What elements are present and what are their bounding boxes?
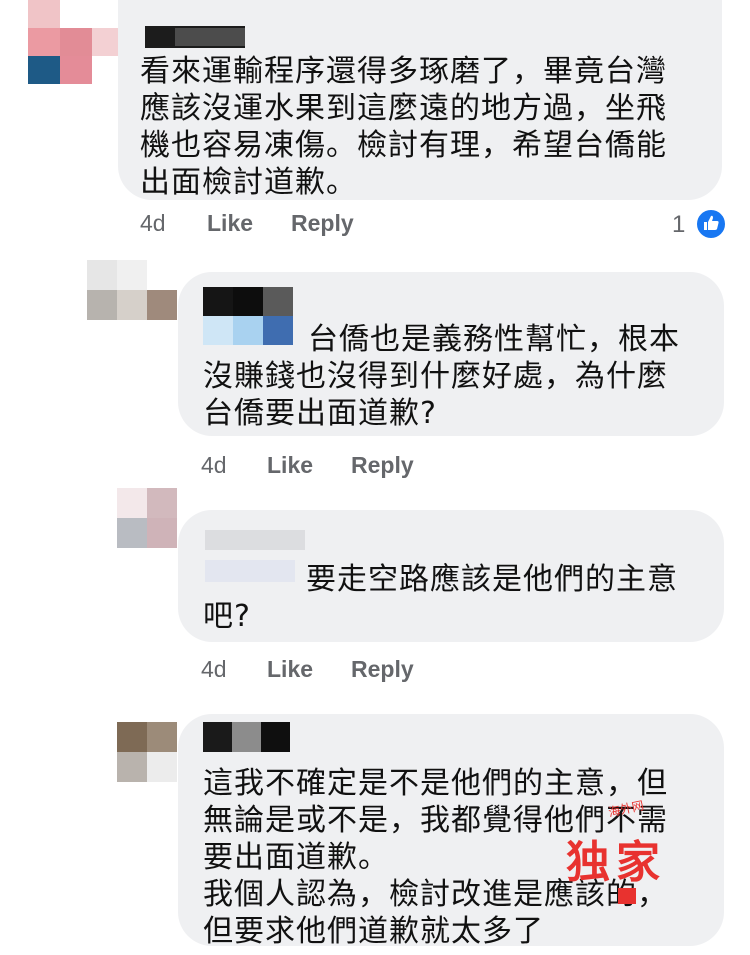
commenter-name[interactable] <box>203 287 295 345</box>
comment-text-line: 應該沒運水果到這麼遠的地方過，坐飛 <box>140 91 667 126</box>
commenter-name[interactable] <box>203 722 290 752</box>
avatar[interactable] <box>117 488 177 548</box>
comment-text-line: 要出面道歉。 <box>203 840 389 875</box>
comment-text-line: 台僑也是義務性幫忙，根本 <box>308 322 680 357</box>
reply-button[interactable]: Reply <box>351 452 414 479</box>
reaction-count[interactable]: 1 <box>672 211 685 239</box>
comment-time[interactable]: 4d <box>201 452 227 479</box>
like-button[interactable]: Like <box>207 210 253 237</box>
reply-button[interactable]: Reply <box>351 656 414 683</box>
comment-time[interactable]: 4d <box>140 210 166 237</box>
watermark-logo: 独家 <box>566 837 666 888</box>
commenter-name-blur <box>175 28 245 46</box>
commenter-name-blur <box>205 560 295 582</box>
comment-text-line: 看來運輸程序還得多琢磨了，畢竟台灣 <box>140 54 667 89</box>
comment-text-line: 這我不確定是不是他們的主意，但 <box>203 766 668 801</box>
comment-text-line: 要走空路應該是他們的主意 <box>306 562 678 597</box>
avatar[interactable] <box>117 722 177 782</box>
comment-text-line: 但要求他們道歉就太多了 <box>203 914 544 949</box>
commenter-name[interactable] <box>205 530 305 550</box>
like-button[interactable]: Like <box>267 656 313 683</box>
watermark-mark-icon <box>618 888 636 904</box>
like-thumb-icon <box>695 208 727 240</box>
avatar[interactable] <box>28 0 124 84</box>
comment-text-line: 出面檢討道歉。 <box>140 165 357 200</box>
reply-button[interactable]: Reply <box>291 210 354 237</box>
avatar[interactable] <box>87 260 177 320</box>
like-button[interactable]: Like <box>267 452 313 479</box>
comment-time[interactable]: 4d <box>201 656 227 683</box>
comment-text-line: 台僑要出面道歉? <box>203 396 437 431</box>
comment-text-line: 機也容易凍傷。檢討有理，希望台僑能 <box>140 128 667 163</box>
comment-text-line: 沒賺錢也沒得到什麼好處，為什麼 <box>203 359 668 394</box>
comment-text-line: 吧? <box>203 599 251 634</box>
